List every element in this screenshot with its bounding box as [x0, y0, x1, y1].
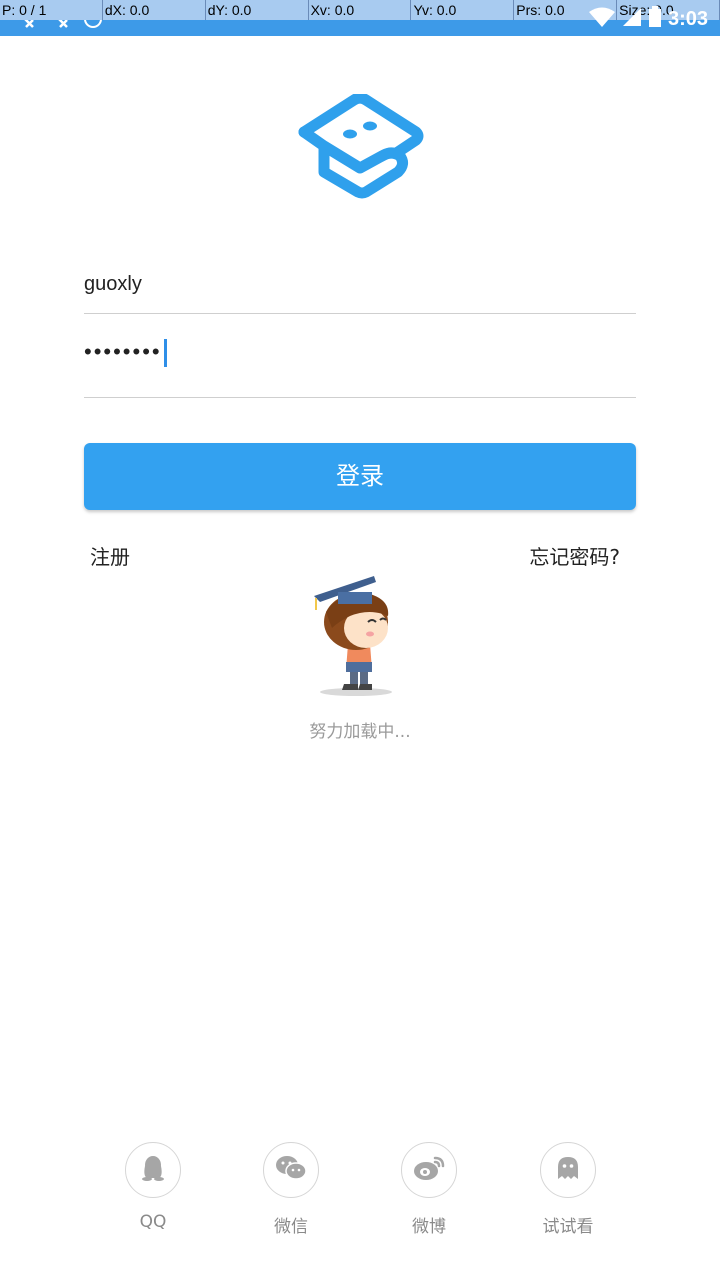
wechat-circle [263, 1142, 319, 1198]
username-value: guoxly [84, 273, 142, 295]
qq-label: QQ [139, 1212, 167, 1232]
login-button[interactable]: 登录 [84, 443, 636, 510]
login-screen: P: 0 / 1 dX: 0.0 dY: 0.0 Xv: 0.0 Yv: 0.0… [0, 0, 720, 1280]
forgot-password-link[interactable]: 忘记密码? [529, 540, 620, 574]
password-field[interactable]: •••••••• [84, 330, 636, 398]
pointer-dx: dX: 0.0 [103, 0, 206, 20]
ghost-icon [555, 1155, 581, 1185]
qq-circle [125, 1142, 181, 1198]
wechat-login-button[interactable]: 微信 [241, 1142, 341, 1237]
wechat-icon [275, 1154, 307, 1186]
weibo-label: 微博 [412, 1217, 446, 1237]
loading-mascot [310, 572, 410, 702]
try-it-label: 试试看 [542, 1217, 594, 1237]
try-it-circle [540, 1142, 596, 1198]
try-it-button[interactable]: 试试看 [518, 1142, 618, 1237]
qq-login-button[interactable]: QQ [103, 1142, 203, 1232]
register-link[interactable]: 注册 [90, 540, 130, 574]
qq-icon [139, 1154, 167, 1186]
pointer-xv: Xv: 0.0 [309, 0, 412, 20]
pointer-dy: dY: 0.0 [206, 0, 309, 20]
password-mask: •••••••• [84, 339, 162, 364]
status-bar: P: 0 / 1 dX: 0.0 dY: 0.0 Xv: 0.0 Yv: 0.0… [0, 0, 720, 36]
text-caret [163, 339, 167, 368]
wifi-icon [588, 6, 616, 32]
app-logo [294, 92, 426, 202]
status-right: 3:03 [588, 4, 708, 34]
signal-icon [622, 7, 642, 31]
username-field[interactable]: guoxly [84, 260, 636, 314]
weibo-circle [401, 1142, 457, 1198]
battery-icon [648, 6, 662, 32]
clock: 3:03 [667, 7, 708, 30]
pointer-count: P: 0 / 1 [0, 0, 103, 20]
weibo-icon [413, 1154, 445, 1186]
pointer-yv: Yv: 0.0 [411, 0, 515, 20]
loading-text: 努力加载中... [309, 722, 411, 742]
password-container: •••••••• [84, 330, 636, 374]
wechat-label: 微信 [274, 1217, 308, 1237]
weibo-login-button[interactable]: 微博 [379, 1142, 479, 1237]
